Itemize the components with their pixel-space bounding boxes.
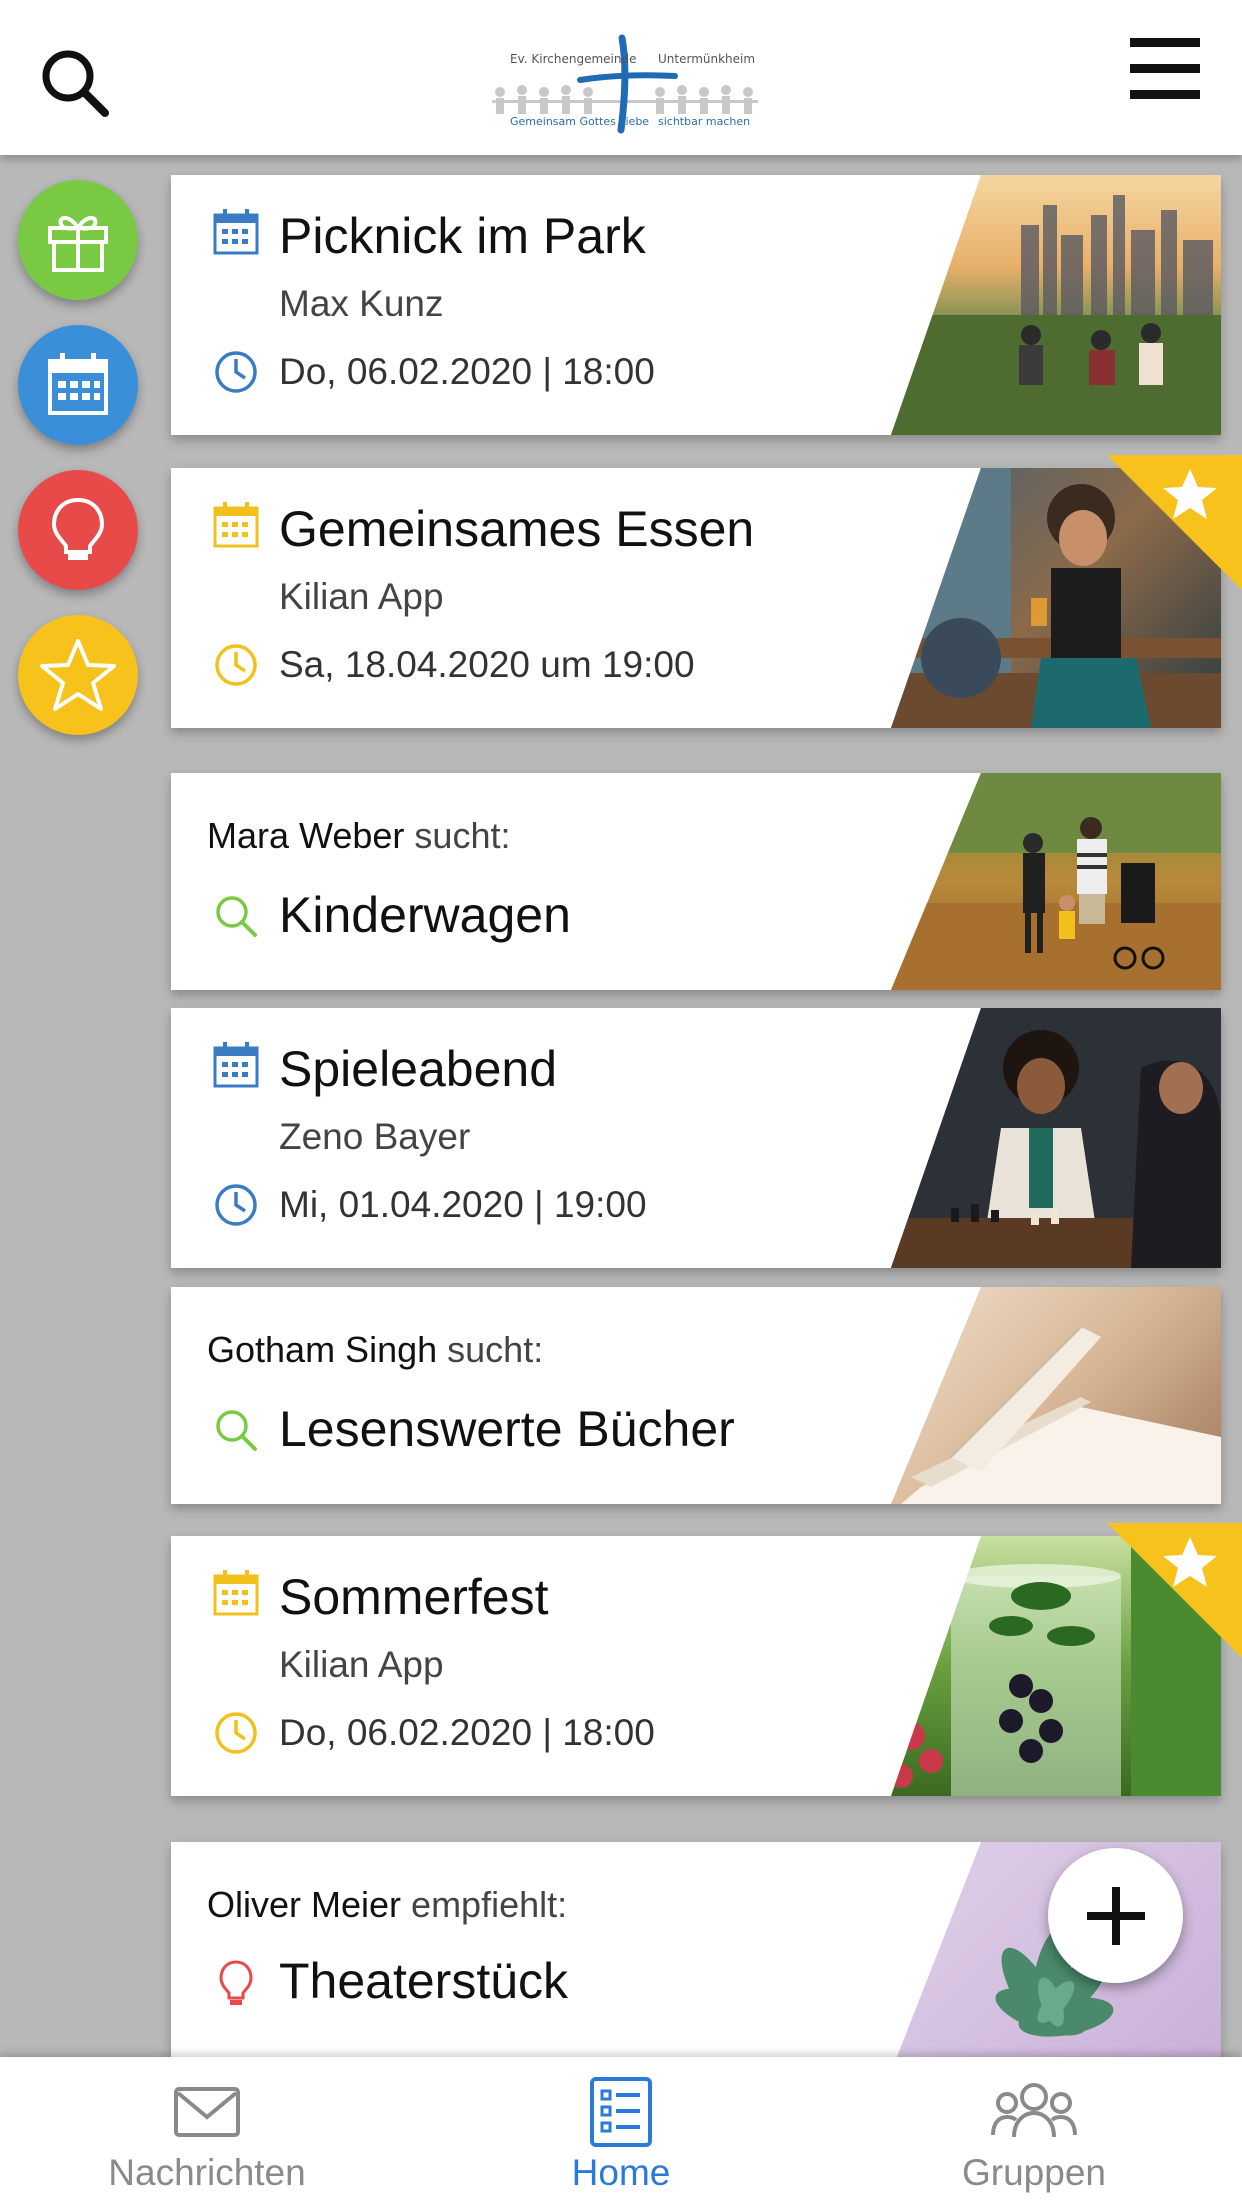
event-datetime: Do, 06.02.2020 | 18:00 xyxy=(279,1712,655,1753)
calendar-icon xyxy=(213,502,259,548)
category-favorites-button[interactable] xyxy=(18,615,138,735)
search-button[interactable] xyxy=(30,38,120,128)
clock-icon xyxy=(215,1184,257,1226)
event-card[interactable]: Picknick im Park Max Kunz Do, 06.02.2020… xyxy=(171,175,1221,435)
clock-icon xyxy=(215,644,257,686)
search-photo xyxy=(891,1287,1221,1504)
group-icon xyxy=(991,2083,1077,2138)
nav-item-groups[interactable]: Gruppen xyxy=(884,2057,1184,2208)
search-verb: sucht: xyxy=(414,815,511,856)
menu-button[interactable] xyxy=(1120,30,1210,120)
event-organizer: Kilian App xyxy=(279,576,444,617)
hamburger-menu-icon xyxy=(1130,38,1200,99)
bottom-navigation: Nachrichten Home Gruppen xyxy=(0,2057,1242,2208)
search-title: Kinderwagen xyxy=(279,887,571,943)
logo-tagline-left: Gemeinsam Gottes Liebe xyxy=(510,115,650,128)
nav-label-home: Home xyxy=(571,2152,671,2193)
recommend-title: Theaterstück xyxy=(279,1953,569,2009)
event-photo xyxy=(891,1008,1221,1268)
plus-icon xyxy=(1086,1886,1145,1945)
calendar-icon xyxy=(213,209,259,255)
event-card[interactable]: Sommerfest Kilian App Do, 06.02.2020 | 1… xyxy=(171,1536,1221,1796)
category-gifts-button[interactable] xyxy=(18,180,138,300)
featured-star-ribbon xyxy=(1107,1523,1242,1658)
search-author: Gotham Singh xyxy=(207,1329,438,1370)
clock-icon xyxy=(215,351,257,393)
event-card[interactable]: Gemeinsames Essen Kilian App Sa, 18.04.2… xyxy=(171,468,1221,728)
search-author-line: Gotham Singh sucht: xyxy=(207,1329,543,1371)
event-datetime: Sa, 18.04.2020 um 19:00 xyxy=(279,644,695,685)
app-header: Ev. Kirchengemeinde Untermünkheim Gemein… xyxy=(0,0,1242,155)
search-card[interactable]: Mara Weber sucht: Kinderwagen xyxy=(171,773,1221,990)
nav-label-messages: Nachrichten xyxy=(108,2152,306,2193)
lightbulb-icon xyxy=(219,1960,253,2005)
list-icon xyxy=(590,2077,652,2147)
calendar-icon xyxy=(48,353,108,415)
clock-icon xyxy=(215,1712,257,1754)
logo-tagline-right: sichtbar machen xyxy=(658,115,751,128)
nav-label-groups: Gruppen xyxy=(962,2152,1106,2193)
nav-item-home[interactable]: Home xyxy=(471,2057,771,2208)
gift-icon xyxy=(48,216,108,272)
search-card[interactable]: Gotham Singh sucht: Lesenswerte Bücher xyxy=(171,1287,1221,1504)
event-organizer: Max Kunz xyxy=(279,283,444,324)
recommend-photo xyxy=(891,1842,1221,2072)
event-title: Picknick im Park xyxy=(279,208,646,264)
star-icon xyxy=(40,639,116,711)
category-events-button[interactable] xyxy=(18,325,138,445)
search-verb: sucht: xyxy=(447,1329,544,1370)
event-title: Sommerfest xyxy=(279,1569,549,1625)
logo-left-text: Ev. Kirchengemeinde xyxy=(510,52,637,66)
event-datetime: Do, 06.02.2020 | 18:00 xyxy=(279,351,655,392)
event-title: Spieleabend xyxy=(279,1041,558,1097)
event-organizer: Zeno Bayer xyxy=(279,1116,471,1157)
event-title: Gemeinsames Essen xyxy=(279,501,755,557)
nav-item-messages[interactable]: Nachrichten xyxy=(57,2057,357,2208)
recommend-author-line: Oliver Meier empfiehlt: xyxy=(207,1884,567,1926)
search-author: Mara Weber xyxy=(207,815,405,856)
event-datetime: Mi, 01.04.2020 | 19:00 xyxy=(279,1184,647,1225)
category-ideas-button[interactable] xyxy=(18,470,138,590)
featured-star-ribbon xyxy=(1107,455,1242,590)
event-organizer: Kilian App xyxy=(279,1644,444,1685)
search-icon xyxy=(216,896,257,937)
add-post-button[interactable] xyxy=(1048,1848,1183,1983)
search-photo xyxy=(891,773,1221,990)
search-icon xyxy=(42,50,109,117)
calendar-icon xyxy=(213,1042,259,1088)
envelope-icon xyxy=(174,2087,240,2137)
search-author-line: Mara Weber sucht: xyxy=(207,815,510,857)
church-logo[interactable]: Ev. Kirchengemeinde Untermünkheim Gemein… xyxy=(480,30,770,140)
logo-right-text: Untermünkheim xyxy=(658,52,756,66)
event-card[interactable]: Spieleabend Zeno Bayer Mi, 01.04.2020 | … xyxy=(171,1008,1221,1268)
search-title: Lesenswerte Bücher xyxy=(279,1401,735,1457)
lightbulb-icon xyxy=(51,497,105,560)
recommend-verb: empfiehlt: xyxy=(411,1884,568,1925)
calendar-icon xyxy=(213,1570,259,1616)
search-icon xyxy=(216,1410,257,1451)
recommend-author: Oliver Meier xyxy=(207,1884,402,1925)
event-photo xyxy=(891,175,1221,435)
